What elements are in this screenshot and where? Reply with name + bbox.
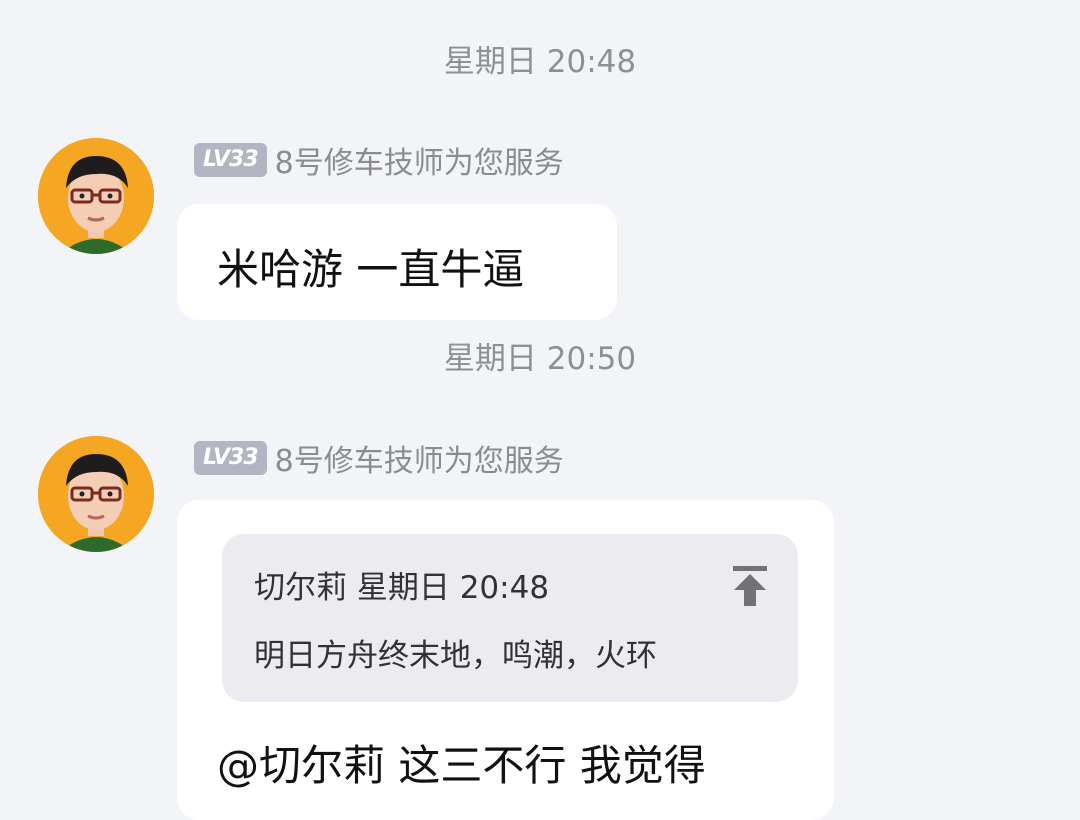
avatar[interactable] bbox=[38, 436, 154, 552]
avatar[interactable] bbox=[38, 138, 154, 254]
level-badge: LV33 bbox=[194, 143, 267, 177]
message-text: 米哈游 一直牛逼 bbox=[217, 245, 525, 294]
sender-info: LV33 8号修车技师为您服务 bbox=[194, 138, 564, 182]
timestamp: 星期日 20:48 bbox=[443, 44, 637, 80]
sender-info: LV33 8号修车技师为您服务 bbox=[194, 436, 564, 480]
quote-author: 切尔莉 bbox=[254, 570, 347, 606]
quote-time: 星期日 20:48 bbox=[356, 570, 550, 606]
sender-nickname[interactable]: 8号修车技师为您服务 bbox=[275, 138, 564, 182]
message-text: @切尔莉 这三不行 我觉得 bbox=[217, 741, 706, 790]
message-bubble[interactable]: 切尔莉 星期日 20:48 明日方舟终末地，鸣潮，火环 @切尔莉 这三不行 我觉… bbox=[177, 500, 834, 820]
timestamp: 星期日 20:50 bbox=[443, 341, 637, 377]
quoted-message[interactable]: 切尔莉 星期日 20:48 明日方舟终末地，鸣潮，火环 bbox=[222, 534, 798, 702]
quote-header: 切尔莉 星期日 20:48 bbox=[254, 562, 549, 607]
cartoon-avatar-icon bbox=[38, 138, 154, 254]
level-badge: LV33 bbox=[194, 441, 267, 475]
sender-nickname[interactable]: 8号修车技师为您服务 bbox=[275, 436, 564, 480]
message-bubble[interactable]: 米哈游 一直牛逼 bbox=[177, 204, 617, 320]
cartoon-avatar-icon bbox=[38, 436, 154, 552]
jump-to-top-icon[interactable] bbox=[730, 564, 770, 608]
quote-text: 明日方舟终末地，鸣潮，火环 bbox=[254, 638, 657, 674]
